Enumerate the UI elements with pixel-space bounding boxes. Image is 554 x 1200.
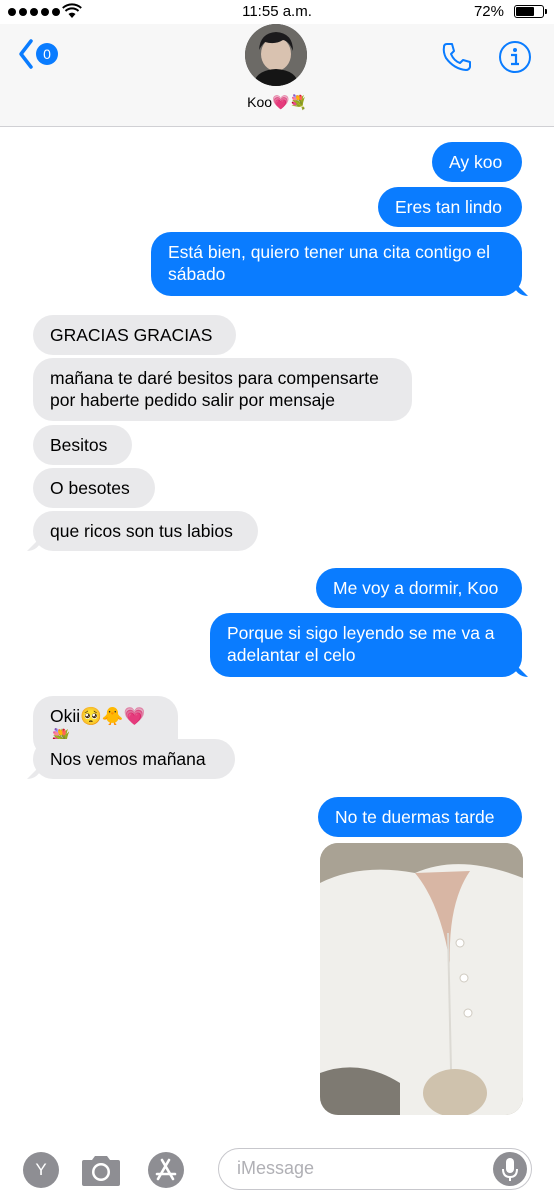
message-bubble-received[interactable]: Nos vemos mañana — [33, 739, 235, 779]
unread-badge: 0 — [36, 43, 58, 65]
app-store-icon — [155, 1158, 177, 1181]
message-bubble-sent[interactable]: Está bien, quiero tener una cita contigo… — [151, 232, 522, 296]
message-bubble-sent[interactable]: Eres tan lindo — [378, 187, 522, 227]
back-button[interactable]: 0 — [18, 38, 58, 70]
status-time: 11:55 a.m. — [242, 3, 312, 20]
microphone-button[interactable] — [493, 1152, 527, 1186]
contact-name[interactable]: Koo💗💐 — [0, 94, 554, 111]
message-bubble-sent[interactable]: Ay koo — [432, 142, 522, 182]
conversation-header: 0 Koo💗💐 — [0, 24, 554, 127]
message-bubble-received[interactable]: que ricos son tus labios — [33, 511, 258, 551]
microphone-icon — [502, 1158, 518, 1181]
status-bar: 11:55 a.m. 72% — [0, 0, 554, 24]
message-bubble-received[interactable]: O besotes — [33, 468, 155, 508]
message-bubble-received[interactable]: Besitos — [33, 425, 132, 465]
message-bubble-sent[interactable]: Porque si sigo leyendo se me va a adelan… — [210, 613, 522, 677]
message-bubble-received[interactable]: mañana te daré besitos para compensarte … — [33, 358, 412, 421]
message-bubble-sent[interactable]: No te duermas tarde — [318, 797, 522, 837]
photo-attachment[interactable] — [320, 843, 523, 1115]
chevron-left-icon — [19, 39, 33, 69]
battery-icon — [514, 5, 547, 18]
info-icon[interactable] — [498, 40, 532, 74]
app-drawer-button[interactable]: Y — [23, 1152, 59, 1188]
contact-avatar[interactable] — [245, 24, 307, 86]
compose-bar: Y — [0, 1140, 554, 1200]
app-store-button[interactable] — [148, 1152, 184, 1188]
phone-icon[interactable] — [440, 40, 474, 74]
camera-icon[interactable] — [80, 1154, 122, 1188]
message-input[interactable] — [237, 1158, 477, 1179]
battery-percent: 72% — [473, 3, 504, 20]
message-field — [218, 1148, 532, 1190]
message-bubble-sent[interactable]: Me voy a dormir, Koo — [316, 568, 522, 608]
message-bubble-received[interactable]: GRACIAS GRACIAS — [33, 315, 236, 355]
